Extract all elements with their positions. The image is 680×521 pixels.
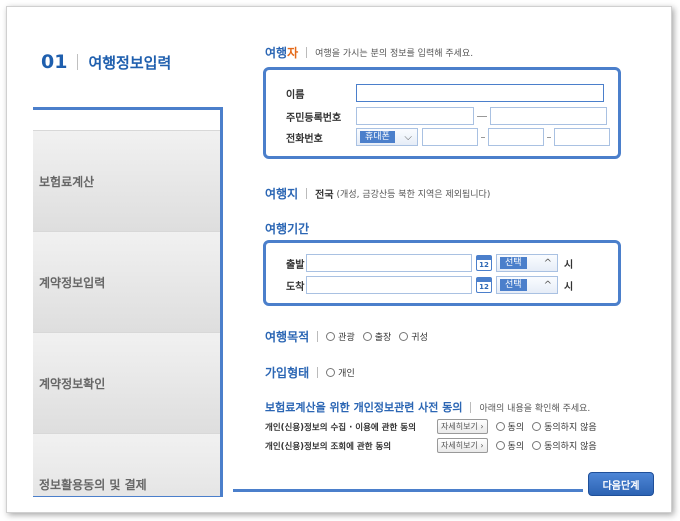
step-label: 정보활용동의 및 결제 xyxy=(39,477,147,492)
step-sidebar: 보험료계산 계약정보입력 계약정보확인 정보활용동의 및 결제 xyxy=(33,107,223,497)
radio-icon[interactable] xyxy=(495,422,505,431)
step-label: 계약정보입력 xyxy=(39,275,106,290)
purpose-option-business[interactable]: 출장 xyxy=(362,330,391,343)
form-page: 01 여행정보입력 보험료계산 계약정보입력 계약정보확인 정보활용동의 및 결… xyxy=(33,27,657,497)
depart-date-input[interactable] xyxy=(306,254,472,272)
section-title: 여행자 xyxy=(265,46,299,60)
consent-label: 개인(신용)정보의 조회에 관한 동의 xyxy=(265,441,392,452)
page-number: 01 xyxy=(41,51,68,73)
disagree-option[interactable]: 동의하지 않음 xyxy=(532,420,597,433)
destination-section: 여행지 전국 (개성, 금강산등 북한 지역은 제외됩니다) xyxy=(265,185,490,202)
consent-label: 개인(신용)정보의 수집 · 이용에 관한 동의 xyxy=(265,422,416,433)
depart-label: 출발 xyxy=(286,259,305,271)
section-title: 가입형태 xyxy=(265,366,310,380)
step-consent-payment[interactable]: 정보활용동의 및 결제 xyxy=(33,434,223,497)
radio-icon[interactable] xyxy=(495,441,505,450)
phone-part1-input[interactable] xyxy=(422,128,478,146)
disagree-option[interactable]: 동의하지 않음 xyxy=(532,439,597,452)
hour-unit: 시 xyxy=(564,259,574,271)
radio-icon[interactable] xyxy=(532,441,542,450)
chevron-down-icon: ⌵ xyxy=(404,131,412,143)
arrive-label: 도착 xyxy=(286,281,305,293)
select-value: 선택 xyxy=(500,257,527,269)
section-title: 여행기간 xyxy=(265,222,310,236)
chevron-up-icon: ^ xyxy=(543,257,552,269)
calendar-icon[interactable]: 12 xyxy=(476,277,492,293)
step-label: 계약정보확인 xyxy=(39,376,106,391)
section-title: 여행지 xyxy=(265,187,299,201)
agree-option[interactable]: 동의 xyxy=(495,439,524,452)
phone-label: 전화번호 xyxy=(286,133,323,145)
step-premium-calc[interactable]: 보험료계산 xyxy=(33,131,223,232)
radio-icon[interactable] xyxy=(326,368,336,377)
purpose-option-tour[interactable]: 관광 xyxy=(326,330,355,343)
traveler-section-header: 여행자 여행을 가시는 분의 정보를 입력해 주세요. xyxy=(265,44,473,61)
page-title: 01 여행정보입력 xyxy=(33,49,171,75)
radio-icon[interactable] xyxy=(326,332,336,341)
phone-type-select[interactable]: 휴대폰 ⌵ xyxy=(356,128,418,146)
next-step-button[interactable]: 다음단계 xyxy=(588,472,654,496)
name-input[interactable] xyxy=(356,84,604,102)
purpose-section: 여행목적 관광 출장 귀성 xyxy=(265,328,436,345)
calendar-icon[interactable]: 12 xyxy=(476,255,492,271)
radio-icon[interactable] xyxy=(532,422,542,431)
join-option-individual[interactable]: 개인 xyxy=(326,366,355,379)
step-contract-input[interactable]: 계약정보입력 xyxy=(33,232,223,333)
step-active xyxy=(33,107,223,131)
section-title: 여행목적 xyxy=(265,330,310,344)
title-divider xyxy=(77,54,79,70)
bottom-divider xyxy=(233,489,583,492)
chevron-up-icon: ^ xyxy=(543,279,552,291)
destination-note: (개성, 금강산등 북한 지역은 제외됩니다) xyxy=(336,190,491,200)
rrn-label: 주민등록번호 xyxy=(286,112,342,124)
select-value: 휴대폰 xyxy=(360,131,395,143)
consent-row-inquiry: 개인(신용)정보의 조회에 관한 동의 자세히보기 › 동의 동의하지 않음 xyxy=(265,438,605,453)
join-type-section: 가입형태 개인 xyxy=(265,364,363,381)
purpose-option-homecoming[interactable]: 귀성 xyxy=(399,330,428,343)
arrive-hour-select[interactable]: 선택 ^ xyxy=(496,276,558,294)
arrive-date-input[interactable] xyxy=(306,276,472,294)
select-value: 선택 xyxy=(500,279,527,291)
step-contract-confirm[interactable]: 계약정보확인 xyxy=(33,333,223,434)
hour-unit: 시 xyxy=(564,281,574,293)
name-label: 이름 xyxy=(286,89,305,101)
agree-option[interactable]: 동의 xyxy=(495,420,524,433)
section-desc: 여행을 가시는 분의 정보를 입력해 주세요. xyxy=(315,49,474,59)
consent-row-collect: 개인(신용)정보의 수집 · 이용에 관한 동의 자세히보기 › 동의 동의하지… xyxy=(265,419,605,434)
radio-icon[interactable] xyxy=(399,332,409,341)
traveler-box: 이름 주민등록번호 전화번호 휴대폰 ⌵ xyxy=(263,67,621,159)
period-section-header: 여행기간 xyxy=(265,220,309,237)
detail-button[interactable]: 자세히보기 › xyxy=(437,419,488,434)
phone-part2-input[interactable] xyxy=(488,128,544,146)
section-title: 보험료계산을 위한 개인정보관련 사전 동의 xyxy=(265,401,463,414)
consent-section-header: 보험료계산을 위한 개인정보관련 사전 동의 아래의 내용을 확인해 주세요. xyxy=(265,399,590,415)
screenshot-frame: 01 여행정보입력 보험료계산 계약정보입력 계약정보확인 정보활용동의 및 결… xyxy=(6,6,672,513)
depart-hour-select[interactable]: 선택 ^ xyxy=(496,254,558,272)
period-box: 출발 12 선택 ^ 시 도착 12 선택 ^ 시 xyxy=(263,240,621,306)
detail-button[interactable]: 자세히보기 › xyxy=(437,438,488,453)
destination-value: 전국 xyxy=(315,190,334,201)
radio-icon[interactable] xyxy=(362,332,372,341)
page-title-text: 여행정보입력 xyxy=(88,53,172,72)
section-desc: 아래의 내용을 확인해 주세요. xyxy=(479,403,591,414)
rrn-back-input[interactable] xyxy=(490,107,607,125)
step-label: 보험료계산 xyxy=(39,174,95,189)
phone-part3-input[interactable] xyxy=(554,128,610,146)
rrn-front-input[interactable] xyxy=(356,107,474,125)
